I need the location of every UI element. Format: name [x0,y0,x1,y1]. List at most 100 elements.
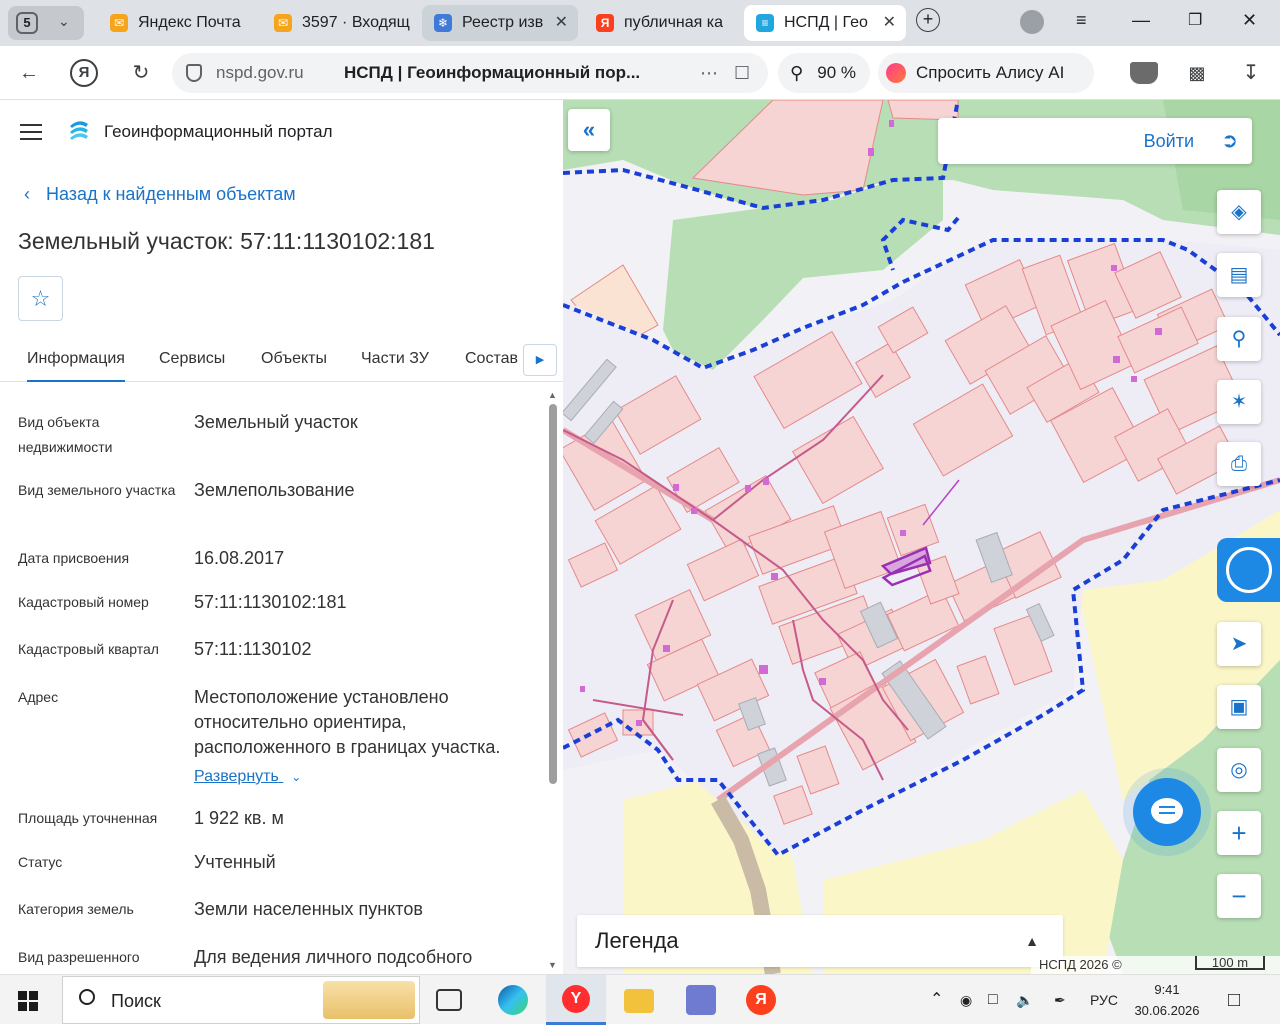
language-indicator[interactable]: РУС [1090,975,1118,1025]
collapse-panel-button[interactable]: « [568,109,610,151]
zoom-in-button[interactable]: + [1217,811,1261,855]
login-button[interactable]: Войти ➲ [938,118,1252,164]
tab-label: НСПД | Гео [784,14,868,31]
new-tab-button[interactable]: + [916,8,940,32]
app-icon[interactable] [686,985,716,1015]
address-bar[interactable]: nspd.gov.ru НСПД | Геоинформационный пор… [172,53,768,93]
tab-label: публичная ка [624,14,723,31]
scroll-thumb[interactable] [549,404,557,784]
windows-start-icon[interactable] [18,991,38,1011]
tab-inbox[interactable]: ✉ 3597 · Входящ [262,5,418,41]
menu-icon[interactable]: ≡ [1076,10,1087,31]
notifications-icon[interactable]: □ [1228,975,1240,1025]
tab-public-map[interactable]: Я публичная ка [584,5,736,41]
zoom-icon: ⚲ [790,63,804,83]
volume-muted-icon[interactable]: 🔈 [1016,975,1033,1025]
ask-alice-button[interactable]: Спросить Алису AI [878,53,1094,93]
address-domain: nspd.gov.ru [216,63,304,82]
close-tab-icon[interactable]: ✕ [883,5,896,41]
pen-icon[interactable]: ✒ [1054,975,1066,1025]
property-label: Кадастровый номер [18,594,149,610]
restore-icon[interactable]: ❐ [1188,10,1202,30]
yandex-browser-taskbar-item[interactable]: Y [546,975,606,1025]
close-window-icon[interactable]: ✕ [1242,10,1257,31]
tab-parts[interactable]: Части ЗУ [361,350,429,368]
tabs-next-button[interactable]: ▶ [523,344,557,376]
zoom-out-button[interactable]: − [1217,874,1261,918]
scroll-down-icon[interactable]: ▼ [548,960,557,970]
area-search-button[interactable]: ⚲ [1217,317,1261,361]
expand-link[interactable]: Развернуть ⌄ [194,764,539,790]
ruler-icon: ▤ [1229,264,1249,286]
more-icon[interactable]: ⋯ [700,53,718,93]
tab-objects[interactable]: Объекты [261,350,327,368]
yandex-icon[interactable]: Я [746,985,776,1015]
screenshot-icon[interactable]: ▩ [1182,58,1212,88]
zoom-button[interactable]: ⚲ 90 % [778,53,870,93]
area-search-icon: ⚲ [1231,328,1247,350]
chevron-down-icon: ⌄ [58,13,70,29]
security-shield-icon[interactable] [186,64,202,82]
profile-avatar[interactable] [1020,10,1044,34]
favorite-star-button[interactable]: ☆ [18,276,63,321]
tab-services[interactable]: Сервисы [159,350,225,368]
geolocation-icon: ◎ [1230,759,1248,781]
print-button[interactable]: ⎙ [1217,442,1261,486]
zoom-level: 90 % [817,63,856,82]
download-icon[interactable]: ↧ [1236,58,1266,88]
print-icon: ⎙ [1231,453,1247,475]
minimap-button[interactable]: ▣ [1217,685,1261,729]
tray-chevron-icon[interactable]: ⌃ [930,975,943,1025]
network-icon[interactable]: □ [988,975,998,1025]
close-tab-icon[interactable]: ✕ [555,5,568,41]
file-explorer-icon[interactable] [624,989,654,1013]
extension-icon[interactable] [1130,62,1158,84]
clock-time: 9:41 [1154,982,1180,997]
tab-information[interactable]: Информация [27,350,125,382]
edge-browser-icon[interactable] [498,985,528,1015]
share-button[interactable]: ✶ [1217,380,1261,424]
tab-count-button[interactable]: 5 ⌄ [8,6,84,40]
property-value: 57:11:1130102:181 [194,592,347,612]
locate-button[interactable]: ➤ [1217,622,1261,666]
chat-button[interactable] [1133,778,1201,846]
taskbar-search[interactable]: Поиск [62,976,420,1024]
tab-label: Реестр изв [462,14,544,31]
task-view-icon[interactable] [436,989,462,1011]
hamburger-menu-icon[interactable] [20,124,42,140]
legend-panel[interactable]: Легенда ▲ [577,915,1063,967]
ruler-button[interactable]: ▤ [1217,253,1261,297]
browser-toolbar: ← Я ↻ nspd.gov.ru НСПД | Геоинформационн… [0,46,1280,100]
legend-label: Легенда [595,928,679,953]
cadastral-map[interactable]: « Войти ➲ ◈ ▤ ⚲ ✶ ⎙ ➤ ▣ ◎ + − Легенда ▲ … [563,100,1280,974]
geolocation-button[interactable]: ◎ [1217,748,1261,792]
navigation-arrow-icon: ➤ [1230,633,1248,655]
property-value: Для ведения личного подсобного [194,947,473,967]
yandex-icon: Я [596,14,614,32]
minimize-icon[interactable]: — [1132,10,1150,31]
map-attribution: НСПД 2026 © 100 m [1031,956,1280,974]
object-title: Земельный участок: 57:11:1130102:181 [18,228,435,254]
panel-scrollbar[interactable]: ▲ ▼ [547,390,559,970]
property-label: Кадастровый квартал [18,641,159,657]
tab-composition[interactable]: Состав [465,350,518,368]
nspd-icon: ≡ [756,14,774,32]
yandex-logo-icon[interactable]: Я [70,59,98,87]
chevron-left-icon: ‹ [24,184,30,204]
system-clock[interactable]: 9:41 30.06.2026 [1132,979,1202,1021]
reload-icon[interactable]: ↻ [126,58,156,88]
tab-nspd[interactable]: ≡ НСПД | Гео ✕ [744,5,906,41]
portal-title: Геоинформационный портал [104,122,333,141]
chevron-down-icon: ⌄ [291,770,302,784]
tab-yandex-mail[interactable]: ✉ Яндекс Почта [98,5,258,41]
scroll-up-icon[interactable]: ▲ [548,390,557,400]
layers-button[interactable]: ◈ [1217,190,1261,234]
bookmark-icon[interactable]: ☐ [734,53,750,93]
camera-icon[interactable]: ◉ [960,975,972,1025]
yandex-browser-icon: Y [562,985,590,1013]
back-to-results-link[interactable]: ‹ Назад к найденным объектам [24,184,296,205]
tab-registry[interactable]: ❄ Реестр изв ✕ [422,5,578,41]
back-label: Назад к найденным объектам [46,184,296,204]
assistant-button[interactable] [1217,538,1280,602]
back-arrow-icon[interactable]: ← [14,58,44,88]
